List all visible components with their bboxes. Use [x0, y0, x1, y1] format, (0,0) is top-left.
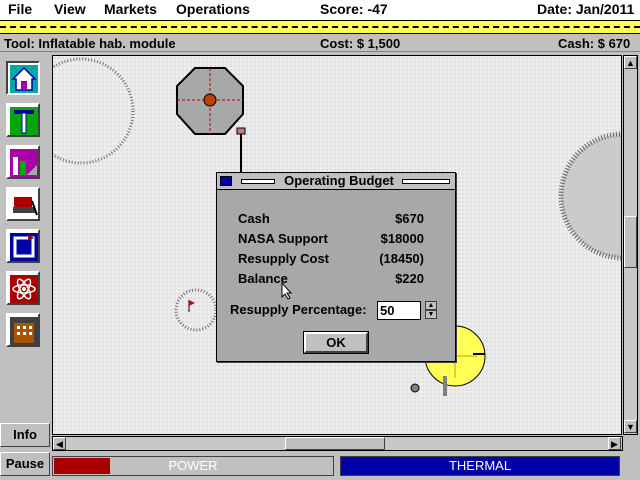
menu-view[interactable]: View	[54, 1, 86, 17]
resupply-cost-row-value: (18450)	[379, 251, 424, 266]
habitat-module-icon[interactable]	[176, 67, 246, 176]
scroll-down-button[interactable]: ▼	[624, 420, 637, 433]
menu-bar: File View Markets Operations Score: -47 …	[0, 0, 640, 20]
atom-tool-button[interactable]	[6, 271, 40, 305]
balance-row-value: $220	[395, 271, 424, 286]
resupply-cost-row-label: Resupply Cost	[238, 251, 330, 266]
mouse-cursor-icon	[281, 282, 293, 300]
habitat-tool-button[interactable]	[6, 61, 40, 95]
nasa-support-row-value: $18000	[380, 231, 424, 246]
rover-tool-button[interactable]	[6, 187, 40, 221]
cash-row-value: $670	[395, 211, 424, 226]
pylon-tool-icon	[10, 107, 38, 135]
score-display: Score: -47	[320, 1, 388, 17]
horizontal-scrollbar[interactable]: ◀ ▶	[52, 436, 623, 451]
tool-cost-label: Cost: $ 1,500	[320, 36, 401, 51]
recycle-tool-icon	[10, 233, 38, 261]
factory-tool-button[interactable]	[6, 145, 40, 179]
building-tool-button[interactable]	[6, 313, 40, 347]
habitat-tool-icon	[10, 65, 38, 93]
power-meter: POWER	[52, 456, 334, 476]
ok-button[interactable]: OK	[303, 331, 369, 354]
tool-palette	[0, 53, 50, 423]
atom-tool-icon	[10, 275, 38, 303]
date-display: Date: Jan/2011	[537, 1, 635, 17]
spin-down-icon[interactable]: ▼	[425, 310, 437, 319]
current-tool-label: Tool: Inflatable hab. module	[4, 36, 176, 51]
resupply-percentage-label: Resupply Percentage:	[230, 302, 367, 317]
spin-up-icon[interactable]: ▲	[425, 301, 437, 310]
building-tool-icon	[10, 317, 38, 345]
scroll-up-button[interactable]: ▲	[624, 56, 637, 69]
resupply-percentage-input[interactable]	[377, 301, 421, 320]
pylon-tool-button[interactable]	[6, 103, 40, 137]
power-label: POWER	[168, 458, 218, 473]
menu-markets[interactable]: Markets	[104, 1, 157, 17]
dialog-titlebar[interactable]: Operating Budget	[217, 173, 455, 190]
info-button[interactable]: Info	[0, 423, 50, 447]
dialog-title: Operating Budget	[279, 173, 399, 188]
menu-operations[interactable]: Operations	[176, 1, 250, 17]
nasa-support-row-label: NASA Support	[238, 231, 328, 246]
tool-info-bar: Tool: Inflatable hab. module Cost: $ 1,5…	[0, 34, 640, 52]
pause-button[interactable]: Pause	[0, 452, 50, 476]
menu-file[interactable]: File	[8, 1, 32, 17]
operating-budget-dialog: Operating Budget Cash $670 NASA Support …	[216, 172, 456, 362]
crater	[53, 57, 135, 165]
thermal-meter: THERMAL	[340, 456, 620, 476]
flag-icon[interactable]	[188, 300, 195, 312]
crater	[561, 134, 621, 258]
resupply-percentage-spinner[interactable]: ▲ ▼	[425, 301, 437, 320]
titlebar-decoration	[241, 179, 275, 184]
recycle-tool-button[interactable]	[6, 229, 40, 263]
rover-tool-icon	[10, 191, 38, 219]
cash-label: Cash: $ 670	[558, 36, 631, 51]
cash-row-label: Cash	[238, 211, 270, 226]
scroll-right-button[interactable]: ▶	[608, 437, 621, 450]
vertical-scrollbar[interactable]: ▲ ▼	[623, 55, 638, 435]
crater	[174, 288, 218, 332]
titlebar-decoration	[402, 179, 450, 184]
vertical-scroll-thumb[interactable]	[624, 216, 637, 268]
factory-tool-icon	[10, 149, 38, 177]
system-menu-icon[interactable]	[220, 176, 232, 186]
scroll-left-button[interactable]: ◀	[53, 437, 66, 450]
horizontal-scroll-thumb[interactable]	[285, 437, 385, 450]
thermal-label: THERMAL	[448, 458, 512, 473]
hazard-stripe	[0, 20, 640, 34]
